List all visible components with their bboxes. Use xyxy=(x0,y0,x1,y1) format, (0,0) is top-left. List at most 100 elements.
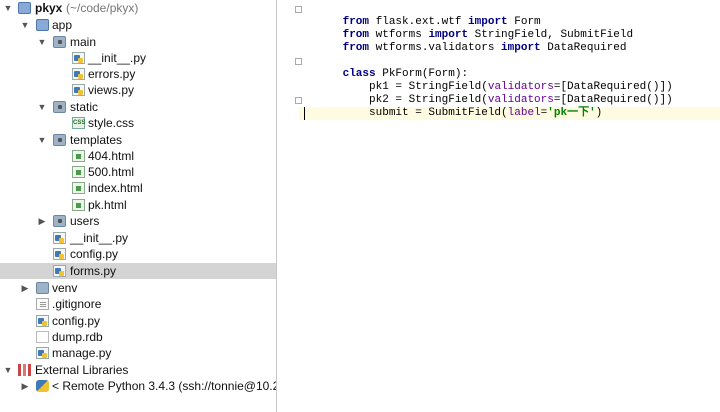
tree-item-manage[interactable]: manage.py xyxy=(0,345,276,361)
code-line-3: from wtforms.validators import DataRequi… xyxy=(303,29,627,54)
text-file-icon xyxy=(36,298,49,310)
file-icon xyxy=(36,331,49,343)
python-file-icon xyxy=(36,315,49,327)
tree-item-app[interactable]: ▼ app xyxy=(0,17,276,33)
tree-item-external-libraries[interactable]: ▼ External Libraries xyxy=(0,362,276,378)
tree-label: forms.py xyxy=(70,264,117,278)
code-token: 'pk一下' xyxy=(547,107,596,119)
folder-icon xyxy=(18,2,31,14)
tree-label: style.css xyxy=(88,116,135,130)
project-path: (~/code/pkyx) xyxy=(66,1,139,15)
tree-item-500[interactable]: 500.html xyxy=(0,164,276,180)
python-file-icon xyxy=(72,68,85,80)
tree-label: errors.py xyxy=(88,67,136,81)
python-file-icon xyxy=(53,248,66,260)
expand-down-icon[interactable]: ▼ xyxy=(37,34,47,50)
code-token: submit = SubmitField( xyxy=(342,107,508,119)
html-file-icon xyxy=(72,150,85,162)
folder-icon xyxy=(36,282,49,294)
tree-item-main-init[interactable]: __init__.py xyxy=(0,50,276,66)
fold-icon[interactable] xyxy=(295,6,302,13)
tree-item-users[interactable]: ▶ users xyxy=(0,213,276,229)
tree-item-style-css[interactable]: CSS style.css xyxy=(0,115,276,131)
tree-item-templates[interactable]: ▼ templates xyxy=(0,132,276,148)
tree-label: pk.html xyxy=(88,198,127,212)
python-file-icon xyxy=(53,265,66,277)
folder-icon xyxy=(36,19,49,31)
tree-label: 404.html xyxy=(88,149,135,163)
package-folder-icon xyxy=(53,215,66,227)
tree-label: app xyxy=(52,18,73,32)
tree-item-pk-html[interactable]: pk.html xyxy=(0,197,276,213)
tree-item-app-config[interactable]: config.py xyxy=(0,246,276,262)
tree-item-errors[interactable]: errors.py xyxy=(0,66,276,82)
tree-label: templates xyxy=(70,133,123,147)
tree-label: External Libraries xyxy=(35,363,129,377)
python-file-icon xyxy=(72,84,85,96)
code-token: label xyxy=(507,107,541,119)
python-file-icon xyxy=(53,232,66,244)
library-icon xyxy=(18,364,31,376)
tree-item-dump[interactable]: dump.rdb xyxy=(0,329,276,345)
css-file-icon: CSS xyxy=(72,117,85,129)
html-file-icon xyxy=(72,182,85,194)
code-editor[interactable]: from flask.ext.wtf import Form from wtfo… xyxy=(277,0,720,412)
code-line-5: class PkForm(Form): xyxy=(303,55,468,80)
tree-item-venv[interactable]: ▶ venv xyxy=(0,280,276,296)
tree-label: __init__.py xyxy=(88,51,147,65)
expand-down-icon[interactable]: ▼ xyxy=(20,17,30,33)
tree-label: config.py xyxy=(52,314,101,328)
code-token: DataRequired xyxy=(540,42,627,54)
tree-label: views.py xyxy=(88,83,135,97)
fold-icon[interactable] xyxy=(295,97,302,104)
tree-label: __init__.py xyxy=(70,231,129,245)
code-token: wtforms.validators xyxy=(369,42,502,54)
expand-right-icon[interactable]: ▶ xyxy=(20,378,30,394)
tree-item-forms[interactable]: forms.py xyxy=(0,263,276,279)
tree-item-app-init[interactable]: __init__.py xyxy=(0,230,276,246)
tree-item-views[interactable]: views.py xyxy=(0,82,276,98)
expand-down-icon[interactable]: ▼ xyxy=(37,132,47,148)
tree-label: < Remote Python 3.4.3 (ssh://tonnie@10.2… xyxy=(52,379,277,393)
tree-label: users xyxy=(70,214,100,228)
tree-label: static xyxy=(70,100,99,114)
project-tree: ▼ pkyx (~/code/pkyx) ▼ app ▼ main __init… xyxy=(0,0,277,412)
expand-down-icon[interactable]: ▼ xyxy=(37,99,47,115)
tree-item-gitignore[interactable]: .gitignore xyxy=(0,296,276,312)
tree-label: manage.py xyxy=(52,346,112,360)
tree-label: index.html xyxy=(88,181,143,195)
tree-item-main[interactable]: ▼ main xyxy=(0,34,276,50)
html-file-icon xyxy=(72,166,85,178)
tree-label: .gitignore xyxy=(52,297,102,311)
expand-right-icon[interactable]: ▶ xyxy=(20,280,30,296)
python-file-icon xyxy=(36,347,49,359)
fold-icon[interactable] xyxy=(295,58,302,65)
expand-right-icon[interactable]: ▶ xyxy=(37,213,47,229)
tree-label: main xyxy=(70,35,97,49)
expand-down-icon[interactable]: ▼ xyxy=(3,0,13,16)
tree-item-remote-python[interactable]: ▶ < Remote Python 3.4.3 (ssh://tonnie@10… xyxy=(0,378,276,394)
tree-item-static[interactable]: ▼ static xyxy=(0,99,276,115)
code-token: from xyxy=(342,42,370,54)
tree-item-pkyx[interactable]: ▼ pkyx (~/code/pkyx) xyxy=(0,0,276,16)
tree-label: 500.html xyxy=(88,165,135,179)
code-line-2: from wtforms import StringField, SubmitF… xyxy=(303,16,633,41)
ide-window: ▼ pkyx (~/code/pkyx) ▼ app ▼ main __init… xyxy=(0,0,720,412)
folder-icon xyxy=(53,101,66,113)
html-file-icon xyxy=(72,199,85,211)
tree-item-index[interactable]: index.html xyxy=(0,180,276,196)
package-folder-icon xyxy=(53,36,66,48)
tree-label: config.py xyxy=(70,247,119,261)
tree-item-root-config[interactable]: config.py xyxy=(0,313,276,329)
folder-icon xyxy=(53,134,66,146)
python-logo-icon xyxy=(36,380,49,392)
text-caret xyxy=(304,107,305,120)
code-line-6: pk1 = StringField(validators=[DataRequir… xyxy=(303,68,673,93)
tree-item-404[interactable]: 404.html xyxy=(0,148,276,164)
project-name: pkyx xyxy=(35,1,63,15)
code-line-1: from flask.ext.wtf import Form xyxy=(303,3,541,28)
code-line-8: submit = SubmitField(label='pk一下') xyxy=(303,94,602,119)
expand-down-icon[interactable]: ▼ xyxy=(3,362,13,378)
code-token: import xyxy=(501,42,541,54)
tree-label: venv xyxy=(52,281,78,295)
